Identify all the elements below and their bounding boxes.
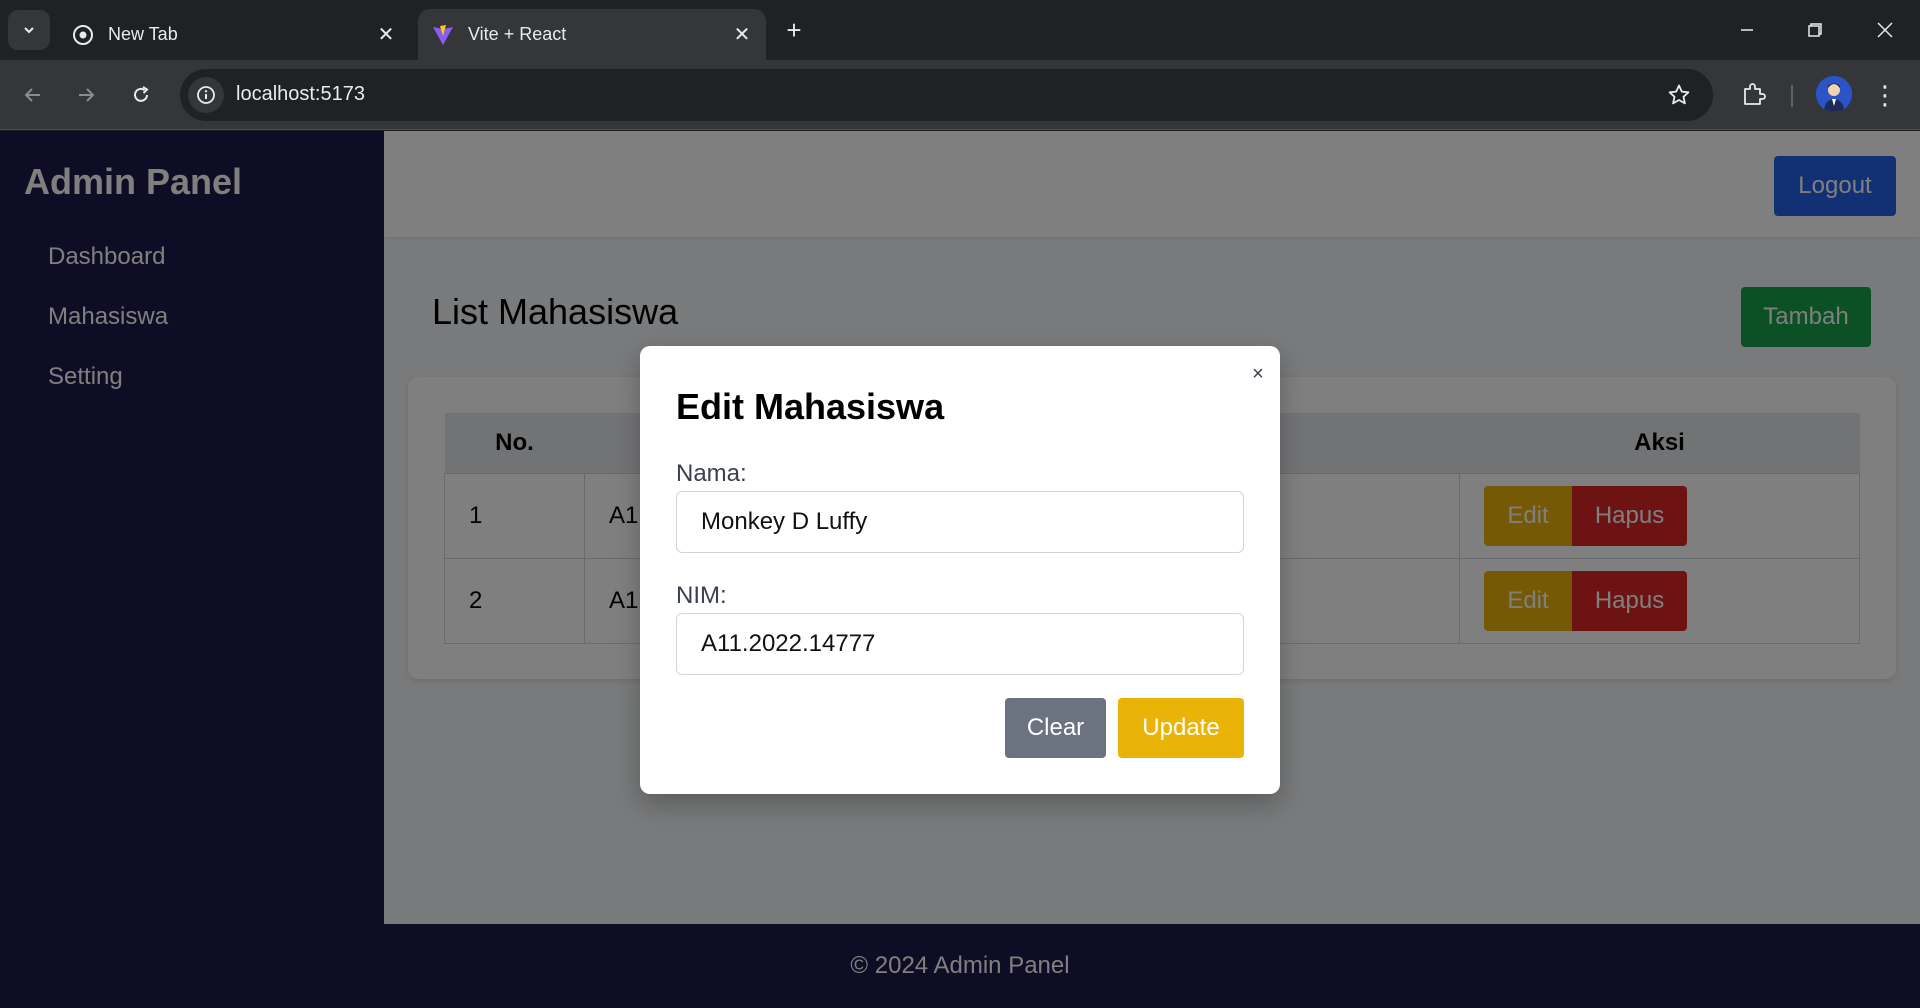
tab-search-button[interactable] <box>8 10 50 50</box>
back-arrow-icon[interactable] <box>13 75 53 115</box>
modal-title: Edit Mahasiswa <box>676 386 945 427</box>
vite-icon <box>432 24 454 46</box>
edit-student-modal: × Edit Mahasiswa Nama: NIM: Clear Update <box>640 346 1280 794</box>
profile-avatar[interactable] <box>1816 76 1852 112</box>
chevron-down-icon <box>24 27 34 34</box>
nama-label: Nama: <box>676 460 747 487</box>
site-info-icon[interactable] <box>188 77 224 113</box>
close-icon[interactable]: × <box>1248 364 1268 384</box>
tab-title: New Tab <box>108 24 178 44</box>
update-button[interactable]: Update <box>1118 698 1244 758</box>
more-menu-icon[interactable]: ⋮ <box>1870 78 1900 112</box>
close-window-icon[interactable] <box>1860 10 1910 50</box>
browser-toolbar: localhost:5173 ⋮ <box>0 60 1920 130</box>
bookmark-star-icon[interactable] <box>1665 81 1693 109</box>
toolbar-divider <box>1791 85 1793 107</box>
minimize-icon[interactable] <box>1722 10 1772 50</box>
new-tab-button[interactable]: + <box>778 14 810 46</box>
close-tab-icon[interactable]: ✕ <box>728 21 756 49</box>
tab-new-tab[interactable]: New Tab ✕ <box>58 9 410 60</box>
browser-tab-strip: New Tab ✕ Vite + React ✕ + <box>0 0 1920 60</box>
address-bar[interactable]: localhost:5173 <box>180 69 1713 121</box>
url-text: localhost:5173 <box>236 83 365 105</box>
close-tab-icon[interactable]: ✕ <box>372 21 400 49</box>
nim-label: NIM: <box>676 582 727 609</box>
nim-field[interactable] <box>676 613 1244 675</box>
tab-vite-react[interactable]: Vite + React ✕ <box>418 9 766 60</box>
nama-field[interactable] <box>676 491 1244 553</box>
restore-icon[interactable] <box>1790 10 1840 50</box>
extensions-puzzle-icon[interactable] <box>1736 78 1770 112</box>
app-viewport: Admin Panel Dashboard Mahasiswa Setting … <box>0 131 1920 1008</box>
chrome-icon <box>72 24 94 46</box>
clear-button[interactable]: Clear <box>1005 698 1106 758</box>
tab-title: Vite + React <box>468 24 567 44</box>
forward-arrow-icon[interactable] <box>66 75 106 115</box>
reload-icon[interactable] <box>121 75 161 115</box>
